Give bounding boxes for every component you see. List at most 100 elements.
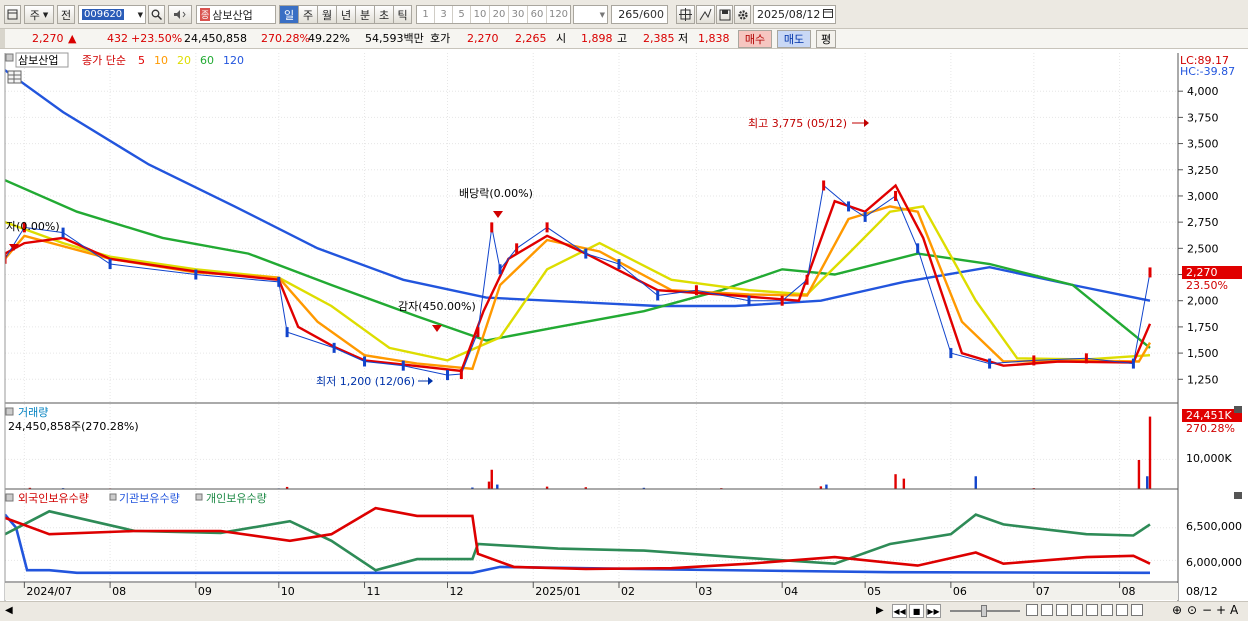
tick-interval-30[interactable]: 30 xyxy=(509,6,528,23)
stock-name-field[interactable]: 종 삼보산업 xyxy=(196,5,276,24)
price-candle xyxy=(805,274,809,285)
price-candle xyxy=(822,180,826,191)
price-candle xyxy=(617,259,621,270)
period-type-value: 주 xyxy=(29,8,40,22)
view-tool-icon[interactable] xyxy=(1086,604,1098,616)
view-tool-icon[interactable] xyxy=(1026,604,1038,616)
volume-panel-title: 거래량 xyxy=(18,406,48,419)
eval-button[interactable]: 평 xyxy=(816,30,836,48)
low-label: 저 xyxy=(678,32,689,45)
view-tool-icon[interactable] xyxy=(1101,604,1113,616)
x-axis-label: 10 xyxy=(281,585,295,598)
period-buttons: 일주월년분초틱 xyxy=(279,5,412,24)
forward-icon[interactable]: ▶▶ xyxy=(926,604,941,618)
tick-interval-group: 1 3 5 10 20 30 60 120 xyxy=(416,5,571,24)
volume-value: 24,450,858 xyxy=(184,32,247,45)
gear-icon[interactable] xyxy=(734,5,751,24)
period-button-4[interactable]: 분 xyxy=(355,5,374,24)
price-candle xyxy=(194,269,198,280)
search-icon[interactable]: ⊙ xyxy=(1187,603,1197,617)
plus-icon[interactable]: + xyxy=(1216,603,1226,617)
stock-code-input[interactable]: 009620 ▼ xyxy=(78,5,146,24)
scroll-left-icon[interactable]: ◀ xyxy=(5,605,13,616)
plot-area xyxy=(5,53,1178,582)
price-candle xyxy=(476,327,480,338)
dividend-annotation: 배당락(0.00%) xyxy=(459,187,533,200)
stock-chart[interactable]: 삼보산업 종가 단순 5 10 20 60 120 거래량 24,450,858주(27… xyxy=(0,51,1248,601)
panel-close-icon[interactable] xyxy=(1234,492,1242,499)
buy-button[interactable]: 매수 xyxy=(738,30,772,48)
price-candle xyxy=(277,276,281,287)
playback-controls: ◀◀ ■ ▶▶ xyxy=(892,604,941,618)
speaker-icon[interactable] xyxy=(168,5,192,24)
window-icon[interactable] xyxy=(4,5,21,24)
count-input[interactable]: 265/600 xyxy=(611,5,668,24)
ask-price: 2,270 xyxy=(467,32,499,45)
save-icon[interactable] xyxy=(716,5,733,24)
tick-interval-10[interactable]: 10 xyxy=(471,6,490,23)
tick-interval-60[interactable]: 60 xyxy=(528,6,547,23)
crosshair-icon[interactable] xyxy=(676,5,695,24)
low-annotation: 최저 1,200 (12/06) xyxy=(316,375,415,388)
price-candle xyxy=(545,222,549,233)
view-tool-icon[interactable] xyxy=(1071,604,1083,616)
auto-scale-icon[interactable]: A xyxy=(1230,603,1238,617)
period-button-1[interactable]: 주 xyxy=(298,5,317,24)
scroll-right-icon[interactable]: ▶ xyxy=(876,605,884,616)
price-candle xyxy=(459,369,463,380)
x-axis-label: 08 xyxy=(112,585,126,598)
volume-bar xyxy=(487,481,491,489)
x-axis-last-date: 08/12 xyxy=(1186,585,1218,598)
tick-interval-20[interactable]: 20 xyxy=(490,6,509,23)
period-button-2[interactable]: 월 xyxy=(317,5,336,24)
view-tool-icon[interactable] xyxy=(1116,604,1128,616)
stock-type-badge: 종 xyxy=(200,8,211,21)
period-button-6[interactable]: 틱 xyxy=(393,5,412,24)
volume-bar xyxy=(1146,476,1149,489)
volume-bar xyxy=(496,484,499,489)
price-candle xyxy=(1131,358,1135,369)
price-candle xyxy=(1032,355,1036,366)
period-button-0[interactable]: 일 xyxy=(279,5,298,24)
chart-scrollbar[interactable]: ◀ ▶ ◀◀ ■ ▶▶ ⊕ ⊙ − + A xyxy=(0,601,1248,621)
search-icon[interactable] xyxy=(148,5,165,24)
legend-icon xyxy=(109,493,117,501)
stock-code-value: 009620 xyxy=(82,9,125,20)
minus-icon[interactable]: − xyxy=(1202,603,1212,617)
period-type-select[interactable]: 주 ▼ xyxy=(24,5,54,24)
price-candle xyxy=(332,342,336,353)
volume-panel-value: 24,450,858주(270.28%) xyxy=(8,420,139,433)
x-axis-label: 02 xyxy=(621,585,635,598)
chevron-down-icon: ▼ xyxy=(137,10,143,19)
tick-interval-5[interactable]: 5 xyxy=(453,6,471,23)
ma-legend-120: 120 xyxy=(223,54,244,67)
panel-close-icon[interactable] xyxy=(1234,406,1242,413)
ma-legend-10: 10 xyxy=(154,54,168,67)
price-candle xyxy=(1148,267,1152,278)
period-button-3[interactable]: 년 xyxy=(336,5,355,24)
tick-interval-3[interactable]: 3 xyxy=(435,6,453,23)
date-input[interactable]: 2025/08/12 xyxy=(753,5,836,24)
prev-button[interactable]: 전 xyxy=(57,5,75,24)
sell-button[interactable]: 매도 xyxy=(777,30,811,48)
volume-bar xyxy=(825,484,828,489)
view-tool-icon[interactable] xyxy=(1041,604,1053,616)
rewind-icon[interactable]: ◀◀ xyxy=(892,604,907,618)
zoom-slider-thumb[interactable] xyxy=(981,605,987,617)
view-tool-icon[interactable] xyxy=(1131,604,1143,616)
tick-interval-120[interactable]: 120 xyxy=(547,6,570,23)
view-tool-icon[interactable] xyxy=(1056,604,1068,616)
stop-icon[interactable]: ■ xyxy=(909,604,924,618)
current-price: 2,270 xyxy=(32,32,64,45)
draw-line-icon[interactable] xyxy=(696,5,715,24)
legend-icon xyxy=(5,493,14,502)
price-axis-label: 2,500 xyxy=(1187,242,1219,255)
interval-input[interactable]: ▼ xyxy=(573,5,608,24)
date-value: 2025/08/12 xyxy=(757,8,821,21)
zoom-in-icon[interactable]: ⊕ xyxy=(1172,603,1182,617)
tick-interval-1[interactable]: 1 xyxy=(417,6,435,23)
price-axis-label: 2,750 xyxy=(1187,216,1219,229)
price-change-pct: +23.50% xyxy=(131,32,183,45)
period-button-5[interactable]: 초 xyxy=(374,5,393,24)
capital-annotation: 자(0.00%) xyxy=(6,220,60,233)
